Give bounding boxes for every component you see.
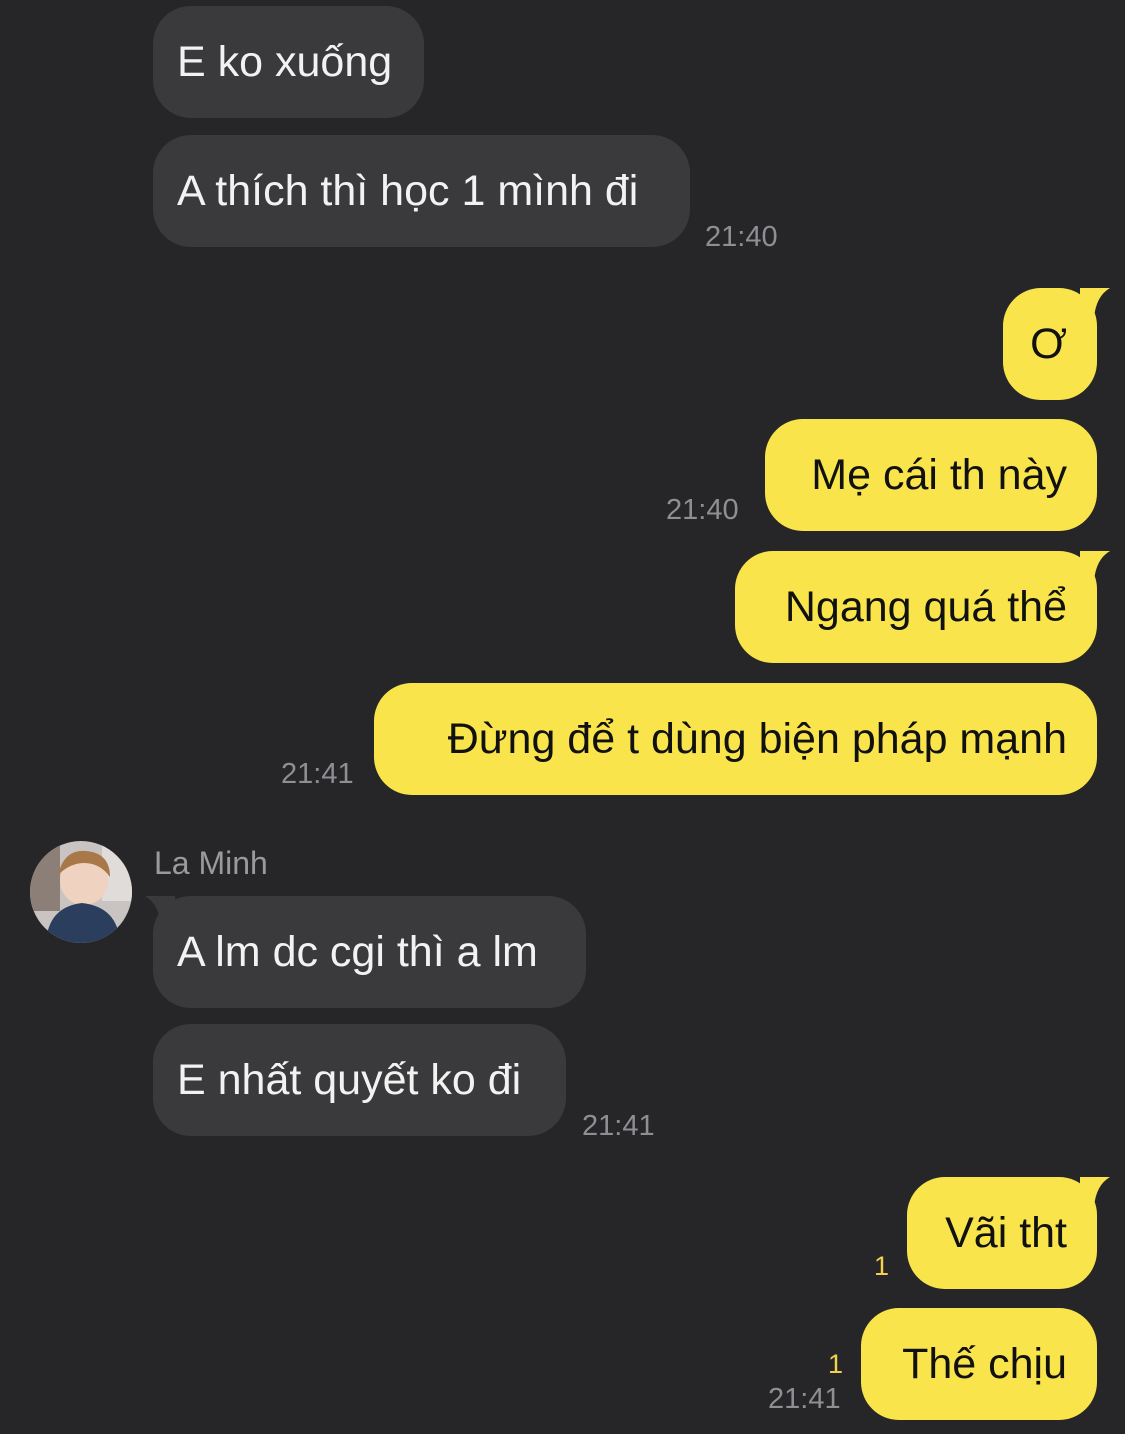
unread-count: 1	[828, 1349, 844, 1379]
message-bubble-outgoing[interactable]: Thế chịu	[861, 1308, 1097, 1420]
message-timestamp: 21:41	[582, 1110, 655, 1142]
bubble-tail-icon	[1080, 288, 1110, 318]
message-bubble-outgoing[interactable]: Vãi tht	[907, 1177, 1097, 1289]
message-bubble-incoming[interactable]: E ko xuống	[153, 6, 424, 118]
message-timestamp: 21:40	[705, 221, 778, 253]
avatar[interactable]	[30, 841, 132, 943]
message-timestamp: 21:41	[281, 758, 354, 790]
message-bubble-incoming[interactable]: A thích thì học 1 mình đi	[153, 135, 690, 247]
message-bubble-outgoing[interactable]: Đừng để t dùng biện pháp mạnh	[374, 683, 1097, 795]
avatar-photo	[30, 841, 132, 943]
unread-count: 1	[874, 1251, 890, 1281]
message-timestamp: 21:41	[768, 1383, 841, 1415]
sender-name: La Minh	[154, 845, 268, 881]
message-bubble-outgoing[interactable]: Ngang quá thể	[735, 551, 1097, 663]
message-bubble-incoming[interactable]: E nhất quyết ko đi	[153, 1024, 566, 1136]
message-timestamp: 21:40	[666, 494, 739, 526]
bubble-tail-icon	[1080, 1177, 1110, 1207]
message-bubble-outgoing[interactable]: Mẹ cái th này	[765, 419, 1097, 531]
bubble-tail-icon	[1080, 551, 1110, 581]
message-bubble-incoming[interactable]: A lm dc cgi thì a lm	[153, 896, 586, 1008]
